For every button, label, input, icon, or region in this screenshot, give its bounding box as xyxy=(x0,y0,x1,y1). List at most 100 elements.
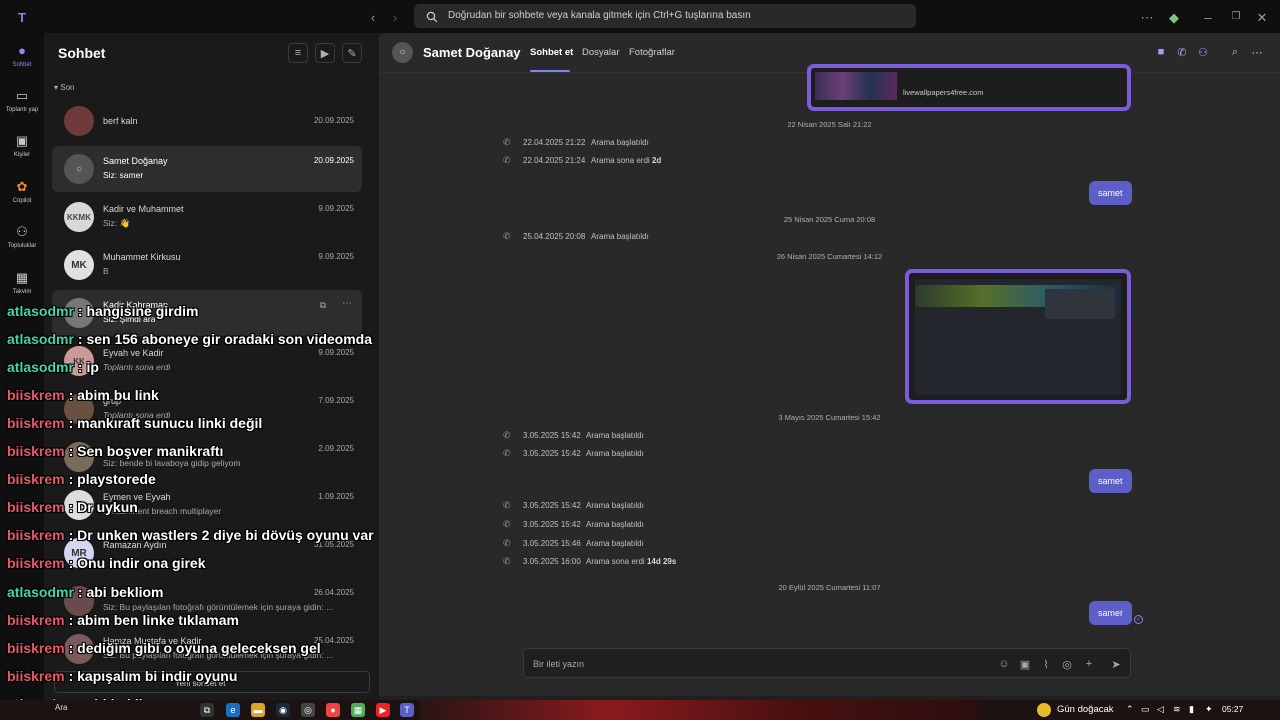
youtube-icon[interactable]: ▶ xyxy=(376,703,390,717)
language-icon[interactable]: ✦ xyxy=(1205,704,1213,715)
message-composer[interactable]: Bir ileti yazın ☺ ▣ ⌇ ◎ + ➤ xyxy=(523,648,1131,678)
chat-list-item[interactable]: MR Ramazan Aydın 31.05.2025 xyxy=(52,530,362,576)
teams-icon[interactable]: T xyxy=(400,703,414,717)
chat-list-item[interactable]: KK Eyvah ve Kadir Toplantı sona erdi 9.0… xyxy=(52,338,362,384)
call-text: Arama başlatıldı xyxy=(591,232,649,241)
add-people-icon[interactable]: ⚇ xyxy=(1196,45,1210,59)
chat-list-item[interactable]: T Eymen ve Eyvah containment breach mult… xyxy=(52,482,362,528)
profile-avatar-icon[interactable]: ◆ xyxy=(1165,8,1183,26)
app-tray-icon[interactable]: ▮ xyxy=(1189,704,1194,715)
minecraft-icon[interactable]: ▦ xyxy=(351,703,365,717)
search-placeholder: Doğrudan bir sohbete veya kanala gitmek … xyxy=(448,10,751,21)
video-call-icon[interactable]: ■ xyxy=(1154,45,1168,59)
phone-icon: ✆ xyxy=(503,448,511,458)
plus-icon[interactable]: + xyxy=(1082,657,1096,671)
search-input[interactable]: Doğrudan bir sohbete veya kanala gitmek … xyxy=(414,4,916,28)
chat-list-item[interactable]: berf kaln 20.09.2025 xyxy=(52,98,362,144)
loop-icon[interactable]: ◎ xyxy=(1060,657,1074,671)
avatar xyxy=(64,442,94,472)
call-text: Arama başlatıldı xyxy=(586,449,644,458)
rail-item-copilot[interactable]: ✿ Copilot xyxy=(0,173,44,217)
more-options-icon[interactable]: ⋯ xyxy=(1138,8,1156,26)
message-bubble[interactable]: samer xyxy=(1089,601,1133,625)
image-message[interactable] xyxy=(905,269,1131,404)
tray-expand-icon[interactable]: ⌃ xyxy=(1126,704,1134,715)
rail-item-communities[interactable]: ⚇ Topluluklar xyxy=(0,218,44,262)
call-event: ✆ 3.05.2025 16:00 Arama sona erdi 14d 29s xyxy=(503,556,676,566)
network-icon[interactable]: ▭ xyxy=(1141,704,1150,715)
wifi-icon[interactable]: ≋ xyxy=(1173,704,1181,715)
forward-arrow-icon[interactable]: › xyxy=(386,8,404,26)
tab-files[interactable]: Dosyalar xyxy=(582,47,620,58)
close-icon[interactable]: ✕ xyxy=(1253,8,1271,26)
chat-list-item-hover[interactable]: Kadir Kahraman Siz: Şimdi ara ⧉ ⋯ xyxy=(52,290,362,336)
rail-label: Takvim xyxy=(12,289,32,295)
explorer-icon[interactable]: ▬ xyxy=(251,703,265,717)
call-text: Arama sona erdi xyxy=(586,557,645,566)
back-arrow-icon[interactable]: ‹ xyxy=(364,8,382,26)
more-icon[interactable]: ⋯ xyxy=(342,298,352,309)
call-event: ✆ 3.05.2025 15:42 Arama başlatıldı xyxy=(503,448,644,458)
chat-list-item[interactable]: grup Toplantı sona erdi 7.09.2025 xyxy=(52,386,362,432)
send-icon[interactable]: ➤ xyxy=(1109,657,1123,671)
chat-name: Kadir Kahraman xyxy=(103,300,169,310)
steam-icon[interactable]: ◉ xyxy=(276,703,290,717)
search-icon[interactable]: ⌕ xyxy=(1228,45,1242,59)
clock[interactable]: 05:27 xyxy=(1222,704,1243,714)
edge-icon[interactable]: e xyxy=(226,703,240,717)
chat-list-item[interactable]: KKMK Kadir ve Muhammet Siz: 👋 9.09.2025 xyxy=(52,194,362,240)
chat-list-item[interactable]: Siz: bende bi lavaboya gidip geliyom 2.0… xyxy=(52,434,362,480)
chat-name: Muhammet Kirkusu xyxy=(103,252,181,262)
section-recent[interactable]: ▾ Son xyxy=(54,83,74,92)
filter-icon[interactable]: ≡ xyxy=(288,43,308,63)
rail-item-people[interactable]: ▣ Kişiler xyxy=(0,127,44,171)
chat-list-item[interactable]: Siz: Bu paylaşılan fotoğrafı görüntüleme… xyxy=(52,578,362,624)
tab-chat[interactable]: Sohbet et xyxy=(530,47,573,58)
minimize-icon[interactable]: – xyxy=(1199,8,1217,26)
gif-icon[interactable]: ▣ xyxy=(1018,657,1032,671)
tab-photos[interactable]: Fotoğraflar xyxy=(629,47,675,58)
more-options-icon[interactable]: ⋯ xyxy=(1250,45,1264,59)
rail-item-chat[interactable]: ● Sohbet xyxy=(0,37,44,81)
chat-name: Samet Doğanay xyxy=(103,156,168,166)
volume-icon[interactable]: ◁ xyxy=(1157,704,1164,715)
chat-preview: Siz: Bu paylaşılan fotoğrafı görüntüleme… xyxy=(103,650,334,660)
avatar[interactable]: ○ xyxy=(392,42,413,63)
tab-indicator xyxy=(530,70,570,72)
rail-label: Toplantı yap xyxy=(5,107,39,113)
weather-icon[interactable] xyxy=(1037,703,1051,717)
date-separator: 20 Eylül 2025 Cumartesi 11:07 xyxy=(778,583,881,592)
attach-icon[interactable]: ⌇ xyxy=(1039,657,1053,671)
emoji-icon[interactable]: ☺ xyxy=(997,657,1011,671)
app-icon[interactable]: ◎ xyxy=(301,703,315,717)
call-event: ✆ 3.05.2025 15:46 Arama başlatıldı xyxy=(503,538,644,548)
message-bubble[interactable]: samet xyxy=(1089,469,1132,493)
chat-list-item[interactable]: Hamza Mustafa ve Kadir Siz: Bu paylaşıla… xyxy=(52,626,362,672)
chat-date: 9.09.2025 xyxy=(318,204,354,213)
chat-list-item-selected[interactable]: ○ Samet Doğanay Siz: samer 20.09.2025 xyxy=(52,146,362,192)
popout-icon[interactable]: ⧉ xyxy=(320,300,326,311)
message-bubble[interactable]: samet xyxy=(1089,181,1132,205)
chat-list-item[interactable]: MK Muhammet Kirkusu B 9.09.2025 xyxy=(52,242,362,288)
audio-call-icon[interactable]: ✆ xyxy=(1175,45,1189,59)
rail-item-meet[interactable]: ▭ Toplantı yap xyxy=(0,82,44,126)
link-url: livewallpapers4free.com xyxy=(903,88,984,97)
avatar: T xyxy=(64,490,94,520)
chrome-icon[interactable]: ● xyxy=(326,703,340,717)
taskbar-search[interactable]: Ara xyxy=(55,703,67,712)
new-chat-button[interactable]: Yeni sohbet et xyxy=(54,671,370,693)
link-preview-card[interactable]: livewallpapers4free.com xyxy=(807,64,1131,111)
call-event: ✆ 22.04.2025 21:24 Arama sona erdi 2d xyxy=(503,155,661,165)
new-chat-icon[interactable]: ✎ xyxy=(342,43,362,63)
phone-icon: ✆ xyxy=(503,538,511,548)
phone-icon: ✆ xyxy=(503,556,511,566)
video-call-icon[interactable]: ▶ xyxy=(315,43,335,63)
chat-name: Kadir ve Muhammet xyxy=(103,204,184,214)
weather-label[interactable]: Gün doğacak xyxy=(1057,704,1114,715)
chat-preview: Toplantı sona erdi xyxy=(103,410,171,420)
maximize-icon[interactable]: ❐ xyxy=(1227,8,1245,26)
call-event: ✆ 3.05.2025 15:42 Arama başlatıldı xyxy=(503,430,644,440)
call-time: 3.05.2025 15:42 xyxy=(523,431,581,440)
rail-item-calendar[interactable]: ▦ Takvim xyxy=(0,264,44,308)
task-view-icon[interactable]: ⧉ xyxy=(200,703,214,717)
